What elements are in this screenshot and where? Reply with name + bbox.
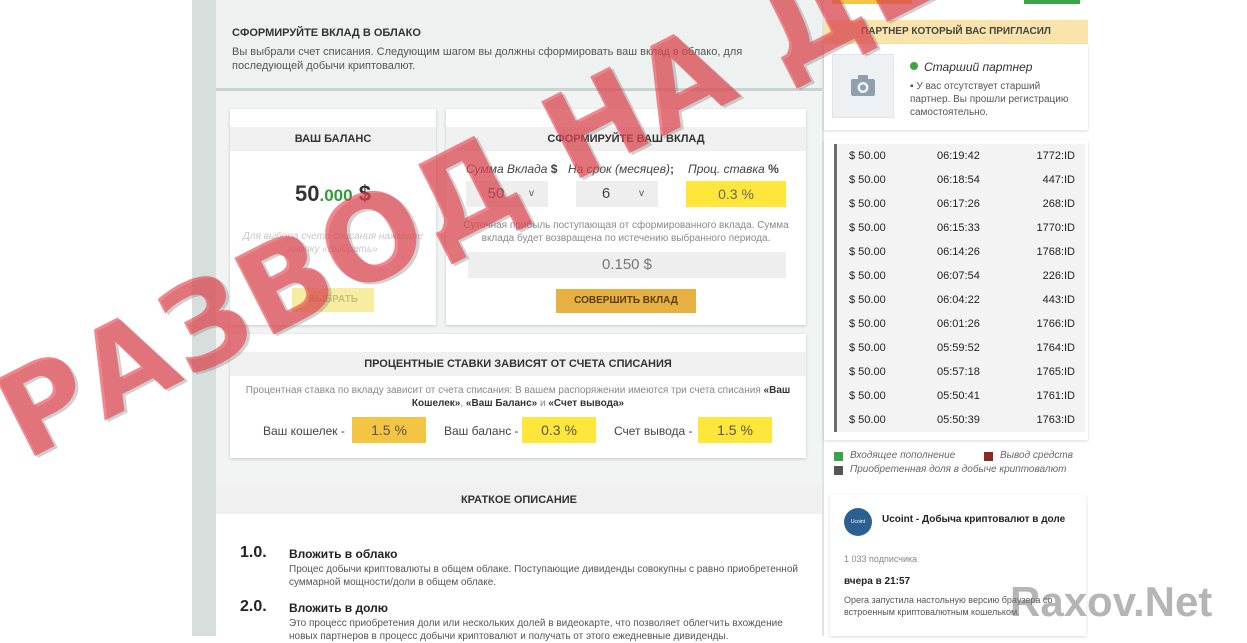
feed-amount: $ 50.00 [849, 270, 886, 282]
summary-title: КРАТКОЕ ОПИСАНИЕ [216, 486, 822, 514]
rate-unit: % [768, 162, 779, 176]
feed-row: $ 50.00 06:18:54 447:ID [834, 168, 1085, 192]
feed-time: 05:50:39 [937, 414, 980, 426]
step-number: 2.0. [240, 598, 267, 615]
transactions-feed: $ 50.00 06:19:42 1772:ID $ 50.00 06:18:54 44… [824, 140, 1088, 440]
feed-id: 1766:ID [1036, 318, 1075, 330]
chevron-down-icon: v [639, 188, 644, 199]
incoming-legend-label: Входящее пополнение [850, 450, 956, 461]
online-status-icon [910, 62, 918, 70]
feed-amount: $ 50.00 [849, 294, 886, 306]
feed-id: 1768:ID [1036, 246, 1075, 258]
wallet-rate-label: Ваш кошелек - [263, 424, 345, 438]
feed-row: $ 50.00 06:14:26 1768:ID [834, 240, 1085, 264]
rates-conjunction: и [537, 398, 549, 409]
feed-row: $ 50.00 06:19:42 1772:ID [834, 144, 1085, 168]
feed-id: 268:ID [1042, 198, 1075, 210]
step-title: Вложить в долю [289, 601, 389, 615]
feed-time: 06:18:54 [937, 174, 980, 186]
incoming-legend-swatch [834, 452, 843, 461]
channel-avatar[interactable]: Ucoint [844, 508, 872, 536]
rates-card-title: ПРОЦЕНТНЫЕ СТАВКИ ЗАВИСЯТ ОТ СЧЕТА СПИСА… [230, 352, 806, 376]
feed-time: 06:14:26 [937, 246, 980, 258]
feed-id: 1761:ID [1036, 390, 1075, 402]
feed-time: 06:15:33 [937, 222, 980, 234]
feed-id: 443:ID [1042, 294, 1075, 306]
share-legend-swatch [834, 466, 843, 475]
feed-amount: $ 50.00 [849, 198, 886, 210]
rate-value: 0.3 % [686, 181, 786, 207]
share-legend-label: Приобретенная доля в добыче криптовалют [850, 464, 1067, 475]
bullet-icon: ▪ [910, 81, 914, 92]
rates-card: ПРОЦЕНТНЫЕ СТАВКИ ЗАВИСЯТ ОТ СЧЕТА СПИСА… [230, 334, 806, 458]
feed-amount: $ 50.00 [849, 414, 886, 426]
feed-amount: $ 50.00 [849, 174, 886, 186]
account-balance-name: «Ваш Баланс» [465, 398, 538, 409]
feed-id: 1763:ID [1036, 414, 1075, 426]
subscriber-count: 1 033 подписчика [844, 554, 918, 564]
feed-time: 06:01:26 [937, 318, 980, 330]
account-withdraw-name: «Счет вывода» [548, 398, 625, 409]
withdraw-legend-label: Вывод средств [1000, 450, 1073, 461]
feed-amount: $ 50.00 [849, 246, 886, 258]
balance-rate-label: Ваш баланс - [444, 424, 519, 438]
channel-title[interactable]: Ucoint - Добыча криптовалют в доле [882, 514, 1065, 525]
feed-time: 06:19:42 [937, 150, 980, 162]
rates-description: Процентная ставка по вкладу зависит от с… [242, 384, 794, 410]
step-number: 1.0. [240, 544, 267, 561]
right-sidebar: ПАРТНЕР КОТОРЫЙ ВАС ПРИГЛАСИЛ Старший па… [824, 0, 1247, 636]
daily-profit-value: 0.150 $ [468, 252, 786, 278]
feed-row: $ 50.00 05:50:41 1761:ID [834, 384, 1085, 408]
feed-amount: $ 50.00 [849, 342, 886, 354]
step-title: Вложить в облако [289, 547, 398, 561]
feed-id: 1772:ID [1036, 150, 1075, 162]
feed-id: 1765:ID [1036, 366, 1075, 378]
wallet-rate-value: 1.5 % [352, 417, 426, 443]
feed-time: 06:04:22 [937, 294, 980, 306]
site-watermark: Raxov.Net [1010, 578, 1213, 625]
feed-row: $ 50.00 05:57:18 1765:ID [834, 360, 1085, 384]
feed-time: 05:57:18 [937, 366, 980, 378]
partner-name: Старший партнер [924, 60, 1033, 74]
submit-deposit-button[interactable]: СОВЕРШИТЬ ВКЛАД [556, 289, 696, 313]
withdraw-legend-swatch [984, 452, 993, 461]
feed-legend: Входящее пополнение Вывод средств Приобр… [824, 444, 1088, 480]
partner-text-content: У вас отсутствует старший партнер. Вы пр… [910, 81, 1069, 118]
feed-id: 1770:ID [1036, 222, 1075, 234]
partner-text: ▪ У вас отсутствует старший партнер. Вы … [910, 80, 1080, 119]
page-title: СФОРМИРУЙТЕ ВКЛАД В ОБЛАКО [232, 27, 421, 39]
rate-label-text: Проц. ставка [688, 162, 765, 176]
feed-row: $ 50.00 06:04:22 443:ID [834, 288, 1085, 312]
feed-row: $ 50.00 06:07:54 226:ID [834, 264, 1085, 288]
feed-id: 447:ID [1042, 174, 1075, 186]
post-time: вчера в 21:57 [844, 576, 911, 587]
feed-time: 06:17:26 [937, 198, 980, 210]
feed-amount: $ 50.00 [849, 150, 886, 162]
step-text: Процес добычи криптовалюты в общем облак… [289, 564, 798, 588]
feed-row: $ 50.00 06:01:26 1766:ID [834, 312, 1085, 336]
feed-amount: $ 50.00 [849, 390, 886, 402]
feed-time: 05:50:41 [937, 390, 980, 402]
feed-time: 05:59:52 [937, 342, 980, 354]
step-text: Это процесс приобретения доли или нескол… [289, 618, 783, 642]
balance-rate-value: 0.3 % [522, 417, 596, 443]
feed-time: 06:07:54 [937, 270, 980, 282]
feed-amount: $ 50.00 [849, 222, 886, 234]
feed-row: $ 50.00 06:17:26 268:ID [834, 192, 1085, 216]
rates-description-text: Процентная ставка по вкладу зависит от с… [245, 385, 764, 396]
term-unit: ; [670, 162, 674, 176]
feed-amount: $ 50.00 [849, 318, 886, 330]
feed-id: 226:ID [1042, 270, 1075, 282]
top-button-partial[interactable] [1024, 0, 1080, 4]
feed-id: 1764:ID [1036, 342, 1075, 354]
feed-row: $ 50.00 05:50:39 1763:ID [834, 408, 1085, 432]
withdraw-rate-value: 1.5 % [698, 417, 772, 443]
feed-amount: $ 50.00 [849, 366, 886, 378]
feed-row: $ 50.00 06:15:33 1770:ID [834, 216, 1085, 240]
rate-label: Проц. ставка % [688, 162, 779, 176]
withdraw-rate-label: Счет вывода - [614, 424, 693, 438]
feed-row: $ 50.00 05:59:52 1764:ID [834, 336, 1085, 360]
